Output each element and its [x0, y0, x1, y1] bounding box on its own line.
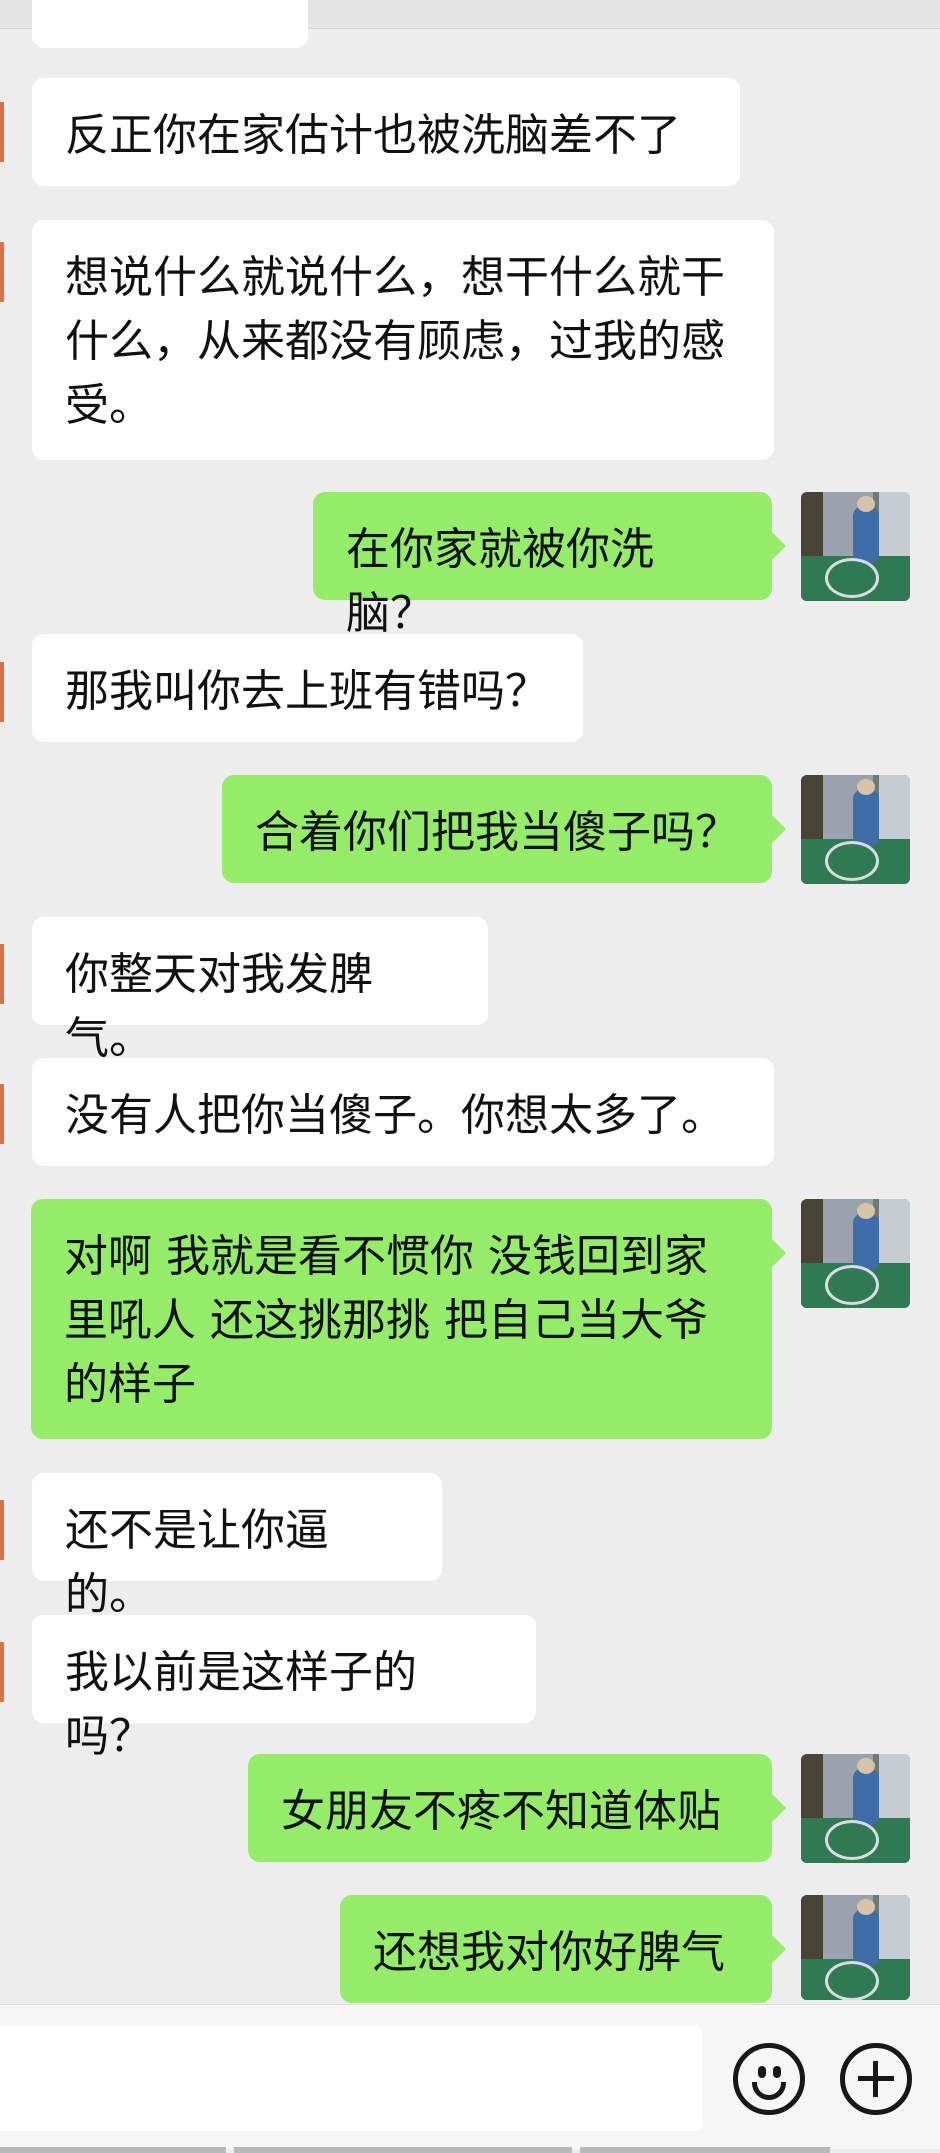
user-avatar[interactable]: [801, 1199, 910, 1308]
message-bubble-outgoing[interactable]: 合着你们把我当傻子吗？: [222, 775, 786, 883]
message-bubble-incoming[interactable]: 想说什么就说什么，想干什么就干什么，从来都没有顾虑，过我的感受。: [32, 220, 774, 460]
contact-avatar-edge[interactable]: [0, 944, 4, 1004]
message-input[interactable]: [0, 2025, 703, 2131]
chat-area[interactable]: 反正你在家估计也被洗脑差不了 想说什么就说什么，想干什么就干什么，从来都没有顾虑…: [0, 0, 940, 2003]
message-bubble-outgoing[interactable]: 对啊 我就是看不惯你 没钱回到家里吼人 还这挑那挑 把自己当大爷的样子: [31, 1199, 786, 1439]
contact-avatar-edge[interactable]: [0, 1642, 4, 1702]
message-bubble-outgoing[interactable]: 还想我对你好脾气: [340, 1895, 786, 2003]
user-avatar[interactable]: [801, 1895, 910, 2000]
message-bubble-incoming[interactable]: 你整天对我发脾气。: [32, 917, 488, 1064]
message-bubble-outgoing[interactable]: 在你家就被你洗脑？: [313, 492, 786, 639]
message-bubble-incoming[interactable]: 反正你在家估计也被洗脑差不了: [32, 78, 740, 186]
emoji-smile-icon[interactable]: [733, 2043, 805, 2115]
contact-avatar-edge[interactable]: [0, 662, 4, 722]
message-bubble-incoming[interactable]: 那我叫你去上班有错吗？: [32, 634, 583, 742]
partial-message-bubble: [32, 0, 308, 48]
message-bubble-outgoing[interactable]: 女朋友不疼不知道体贴: [248, 1754, 786, 1862]
user-avatar[interactable]: [801, 492, 910, 601]
user-avatar[interactable]: [801, 1754, 910, 1863]
message-input-bar: [0, 2004, 940, 2153]
contact-avatar-edge[interactable]: [0, 1084, 4, 1144]
message-bubble-incoming[interactable]: 还不是让你逼的。: [32, 1473, 442, 1620]
message-bubble-incoming[interactable]: 我以前是这样子的吗？: [32, 1615, 536, 1762]
contact-avatar-edge[interactable]: [0, 102, 4, 162]
message-bubble-incoming[interactable]: 没有人把你当傻子。你想太多了。: [32, 1058, 774, 1166]
contact-avatar-edge[interactable]: [0, 242, 4, 302]
plus-circle-icon[interactable]: [840, 2043, 912, 2115]
user-avatar[interactable]: [801, 775, 910, 884]
contact-avatar-edge[interactable]: [0, 1500, 4, 1560]
